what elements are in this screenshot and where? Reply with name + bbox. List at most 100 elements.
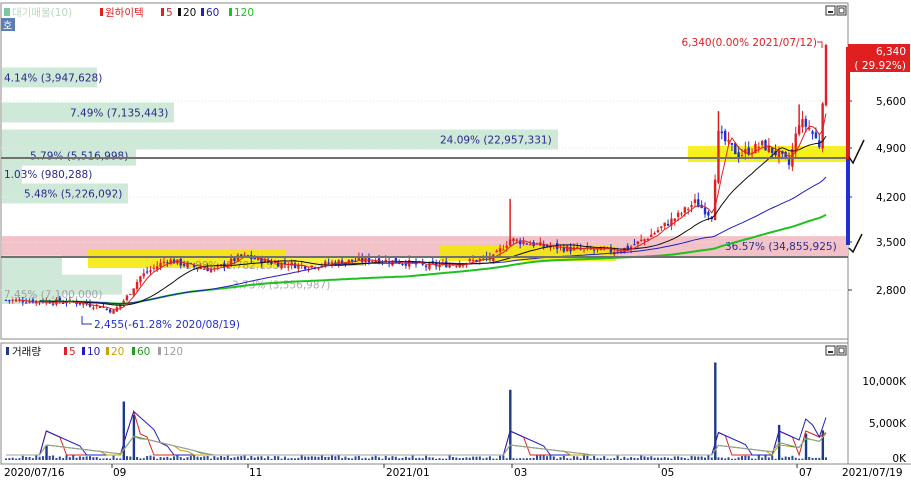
volume-bar: [579, 458, 582, 460]
volume-bar: [656, 457, 659, 460]
volume-bar: [801, 458, 804, 460]
volume-bar: [626, 458, 629, 460]
volume-bar: [559, 457, 562, 460]
candle-body: [229, 258, 233, 264]
x-tick-label: 2020/07/16: [4, 467, 65, 479]
volume-bar: [583, 455, 586, 460]
volume-bar: [210, 458, 212, 460]
candle-body: [633, 244, 636, 246]
candle-body: [525, 243, 529, 245]
volume-bar: [354, 456, 357, 460]
volume-bar: [535, 455, 538, 460]
volume-bar: [650, 456, 653, 460]
volume-bar: [213, 456, 216, 460]
volume-bar: [48, 455, 51, 460]
candle-body: [149, 270, 152, 272]
maximize-button[interactable]: [836, 5, 847, 16]
volume-bar: [273, 456, 276, 460]
volume-bar: [532, 457, 535, 460]
candle-body: [592, 249, 596, 251]
minimize-button[interactable]: [825, 5, 836, 16]
volume-bar: [334, 456, 337, 460]
volume-bar: [196, 456, 199, 460]
candle-body: [717, 130, 720, 183]
volume-bar: [102, 458, 105, 460]
volume-bar: [539, 455, 542, 460]
volume-spike-bar: [509, 389, 512, 460]
volume-bar: [562, 455, 565, 460]
volume-bar: [304, 456, 307, 460]
low-annotation: 2,455(-61.28% 2020/08/19): [94, 319, 240, 331]
volume-bar: [556, 458, 559, 460]
volume-bar: [95, 457, 98, 460]
volume-bar: [576, 456, 579, 460]
candle-body: [135, 281, 139, 289]
volume-bar: [788, 457, 791, 460]
y-tick-label: 5,600: [876, 96, 906, 108]
x-tick-label: 07: [799, 467, 812, 479]
volume-bar: [11, 457, 14, 460]
volume-bar: [663, 457, 666, 460]
candle-body: [690, 205, 693, 208]
candle-body: [723, 130, 727, 142]
volume-bar: [740, 456, 743, 460]
vol-y-tick: 5,000K: [869, 418, 907, 430]
candle-body: [145, 271, 149, 273]
candle-body: [203, 268, 206, 270]
volume-bar: [149, 455, 152, 460]
volume-minimize-button[interactable]: [825, 345, 836, 356]
volume-profile-label: 5.48% (5,226,092): [24, 188, 122, 200]
volume-bar: [290, 458, 293, 460]
volume-bar: [176, 455, 179, 460]
candle-body: [508, 239, 512, 246]
volume-bar: [566, 458, 569, 460]
volume-bar: [643, 456, 646, 460]
x-tick-label: 2021/01: [386, 467, 430, 479]
volume-bar: [378, 457, 381, 460]
volume-bar: [781, 457, 784, 460]
candle-body: [660, 226, 663, 228]
candle-body: [108, 309, 112, 313]
volume-bar: [179, 457, 182, 460]
volume-bar: [226, 455, 229, 460]
volume-bar: [623, 456, 626, 460]
candle-body: [760, 140, 764, 146]
volume-bar: [136, 457, 139, 460]
volume-profile-label: 24.09% (22,957,331): [440, 134, 552, 146]
candle-body: [576, 247, 579, 249]
volume-bar: [307, 456, 310, 460]
volume-bar: [35, 455, 38, 460]
volume-bar: [38, 456, 41, 460]
volume-bar: [546, 456, 549, 460]
volume-bar: [734, 458, 737, 460]
volume-bar: [68, 457, 71, 460]
volume-bar: [314, 456, 317, 460]
volume-bar: [300, 455, 303, 460]
candle-body: [182, 263, 186, 266]
volume-bar: [744, 455, 747, 460]
volume-bar: [495, 458, 498, 460]
volume-bar: [431, 457, 434, 460]
candle-body: [166, 262, 169, 264]
volume-bar: [724, 458, 727, 460]
volume-bar: [478, 456, 481, 460]
volume-bar: [707, 455, 710, 460]
volume-bar: [468, 457, 471, 460]
volume-bar: [283, 456, 286, 460]
volume-bar: [347, 457, 350, 460]
candle-body: [740, 155, 744, 157]
x-tick-label: 03: [514, 467, 527, 479]
candle-body: [650, 234, 653, 238]
volume-maximize-button[interactable]: [836, 345, 847, 356]
volume-bar: [609, 458, 612, 460]
volume-bar: [492, 458, 495, 460]
volume-profile-bar: [2, 255, 62, 276]
volume-bar: [220, 456, 223, 460]
volume-bar: [630, 457, 633, 460]
ma60-icon: [201, 8, 204, 16]
volume-bar: [263, 458, 266, 460]
volume-bar: [344, 456, 347, 460]
volume-bar: [243, 455, 246, 460]
volume-bar: [428, 457, 431, 460]
volume-bar: [384, 455, 387, 460]
